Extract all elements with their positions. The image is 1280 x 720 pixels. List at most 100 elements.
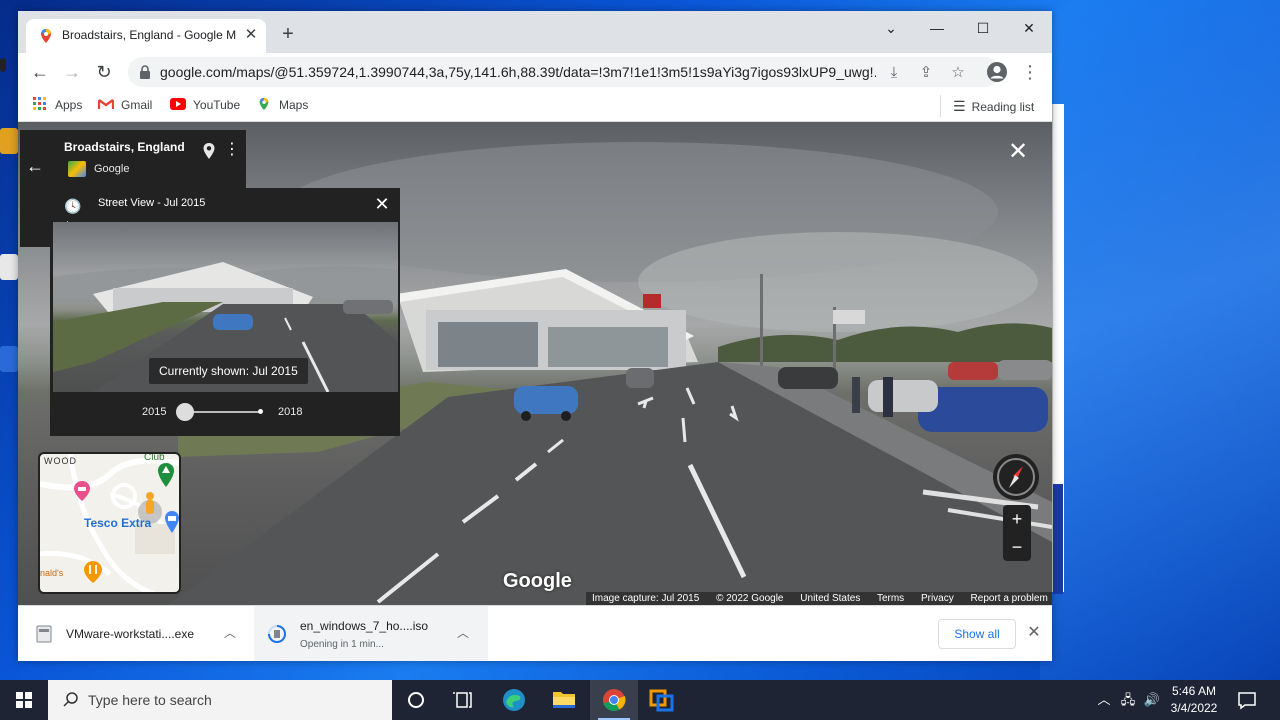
clock-time: 5:46 AM: [1171, 684, 1217, 698]
forward-button[interactable]: →: [59, 59, 85, 85]
close-street-view-button[interactable]: ✕: [1006, 140, 1030, 164]
task-view-button[interactable]: [440, 680, 488, 720]
place-card[interactable]: Broadstairs, England Google ⋮: [20, 130, 246, 188]
copyright-text: © 2022 Google: [716, 593, 784, 604]
browser-window: Broadstairs, England - Google M ✕ + ⌄ — …: [18, 11, 1052, 661]
notification-center-icon[interactable]: [1236, 689, 1258, 711]
compass-needle-icon[interactable]: [993, 454, 1039, 500]
shopping-cart-icon[interactable]: [164, 510, 180, 534]
tab-maps[interactable]: Broadstairs, England - Google M ✕: [26, 19, 266, 53]
cortana-button[interactable]: [392, 680, 440, 720]
time-travel-header: Street View - Jul 2015: [98, 197, 206, 209]
back-to-map-button[interactable]: ←: [20, 140, 50, 192]
hotel-pin-icon[interactable]: [72, 480, 92, 502]
start-button[interactable]: [0, 680, 48, 720]
bookmark-maps[interactable]: Maps: [256, 97, 308, 115]
desktop-icon[interactable]: [0, 58, 6, 72]
vmware-taskbar-button[interactable]: [638, 680, 686, 720]
volume-icon[interactable]: 🔊: [1142, 690, 1162, 710]
zoom-out-button[interactable]: −: [1003, 533, 1031, 561]
background-window-edge[interactable]: [1052, 104, 1064, 594]
address-bar[interactable]: google.com/maps/@51.359724,1.3990744,3a,…: [128, 57, 1000, 87]
close-download-shelf-icon[interactable]: ✕: [1024, 622, 1044, 644]
desktop-icon[interactable]: [0, 346, 18, 372]
slider-end-dot[interactable]: [258, 409, 263, 414]
more-options-icon[interactable]: ⋮: [224, 140, 240, 160]
download-chevron-icon[interactable]: ︿: [454, 624, 472, 642]
compass-control[interactable]: [993, 454, 1039, 500]
download-item[interactable]: en_windows_7_ho....iso Opening in 1 min.…: [254, 606, 488, 661]
show-all-downloads-button[interactable]: Show all: [938, 619, 1016, 649]
zoom-control: + −: [1003, 505, 1031, 561]
search-icon: [63, 692, 78, 707]
chrome-taskbar-button[interactable]: [590, 680, 638, 720]
iso-progress-icon: [268, 625, 286, 643]
zoom-in-button[interactable]: +: [1003, 505, 1031, 533]
bookmark-label: Gmail: [121, 98, 153, 112]
network-icon[interactable]: 🖧: [1118, 690, 1138, 710]
tab-close-icon[interactable]: ✕: [242, 26, 260, 44]
location-pin-icon[interactable]: [202, 142, 216, 160]
reading-list-button[interactable]: ☰ Reading list: [940, 95, 1034, 117]
minimize-button[interactable]: —: [914, 15, 960, 41]
slider-track[interactable]: [184, 411, 262, 413]
maximize-button[interactable]: ☐: [960, 15, 1006, 41]
tab-search-chevron-icon[interactable]: ⌄: [868, 15, 914, 41]
country-link[interactable]: United States: [800, 593, 860, 604]
clock-date: 3/4/2022: [1170, 701, 1218, 715]
reload-button[interactable]: ↻: [91, 59, 117, 85]
download-chevron-icon[interactable]: ︿: [221, 624, 239, 642]
reading-list-icon: ☰: [953, 98, 966, 114]
place-name[interactable]: Broadstairs, England: [64, 140, 185, 154]
taskbar-clock[interactable]: 5:46 AM 3/4/2022: [1166, 683, 1222, 717]
task-view-icon: [453, 692, 472, 708]
new-tab-button[interactable]: +: [276, 23, 300, 47]
report-problem-link[interactable]: Report a problem: [971, 593, 1048, 604]
image-capture-text: Image capture: Jul 2015: [592, 593, 700, 604]
bookmark-gmail[interactable]: Gmail: [98, 97, 152, 115]
desktop-icon[interactable]: [0, 128, 18, 154]
download-item[interactable]: VMware-workstati....exe ︿: [18, 606, 254, 661]
bookmark-youtube[interactable]: YouTube: [170, 97, 240, 115]
bookmark-apps[interactable]: Apps: [32, 97, 82, 115]
install-app-icon[interactable]: ⤓: [884, 63, 904, 83]
close-window-button[interactable]: ✕: [1006, 15, 1052, 41]
share-icon[interactable]: ⇪: [916, 63, 936, 83]
restaurant-pin-icon[interactable]: [82, 560, 104, 584]
bookmark-label: YouTube: [193, 98, 241, 112]
search-placeholder: Type here to search: [88, 692, 212, 708]
lock-icon[interactable]: [138, 64, 152, 80]
google-photo-source-icon: [68, 161, 86, 177]
map-label-bottom: nald's: [40, 568, 64, 578]
privacy-link[interactable]: Privacy: [921, 593, 954, 604]
park-pin-icon[interactable]: [156, 462, 176, 488]
exe-file-icon: [36, 625, 52, 643]
download-name: VMware-workstati....exe: [66, 627, 195, 641]
download-shelf: VMware-workstati....exe ︿ en_windows_7_h…: [18, 605, 1052, 661]
vmware-icon: [649, 689, 674, 712]
browser-toolbar: ← → ↻ google.com/maps/@51.359724,1.39907…: [18, 53, 1052, 90]
time-slider[interactable]: 2015 2018: [50, 400, 400, 424]
url-text[interactable]: google.com/maps/@51.359724,1.3990744,3a,…: [160, 64, 876, 80]
download-name: en_windows_7_ho....iso: [300, 619, 429, 633]
show-hidden-icons-chevron[interactable]: ︿: [1094, 690, 1114, 710]
terms-link[interactable]: Terms: [877, 593, 904, 604]
desktop-icon[interactable]: [0, 254, 18, 280]
bookmark-star-icon[interactable]: ☆: [948, 63, 968, 83]
taskbar-search-box[interactable]: Type here to search: [48, 680, 392, 720]
edge-taskbar-button[interactable]: [490, 680, 538, 720]
file-explorer-taskbar-button[interactable]: [540, 680, 588, 720]
background-window-strip: [1053, 484, 1063, 594]
time-travel-preview[interactable]: Currently shown: Jul 2015: [53, 222, 398, 392]
mini-map[interactable]: WOOD Club Tesco Extra nald's: [38, 452, 181, 594]
browser-menu-icon[interactable]: ⋮: [1017, 59, 1043, 85]
back-button[interactable]: ←: [27, 59, 53, 85]
slider-start-year: 2015: [142, 406, 167, 418]
close-time-travel-icon[interactable]: ✕: [372, 194, 392, 214]
profile-avatar-icon[interactable]: [986, 61, 1008, 83]
history-clock-icon[interactable]: 🕓▴: [64, 198, 88, 231]
place-source: Google: [94, 163, 130, 175]
slider-knob[interactable]: [176, 403, 194, 421]
street-view-panorama[interactable]: ✕ Broadstairs, England Google ⋮ ← 🕓▴ Str…: [18, 122, 1052, 605]
currently-shown-tooltip: Currently shown: Jul 2015: [149, 358, 308, 384]
